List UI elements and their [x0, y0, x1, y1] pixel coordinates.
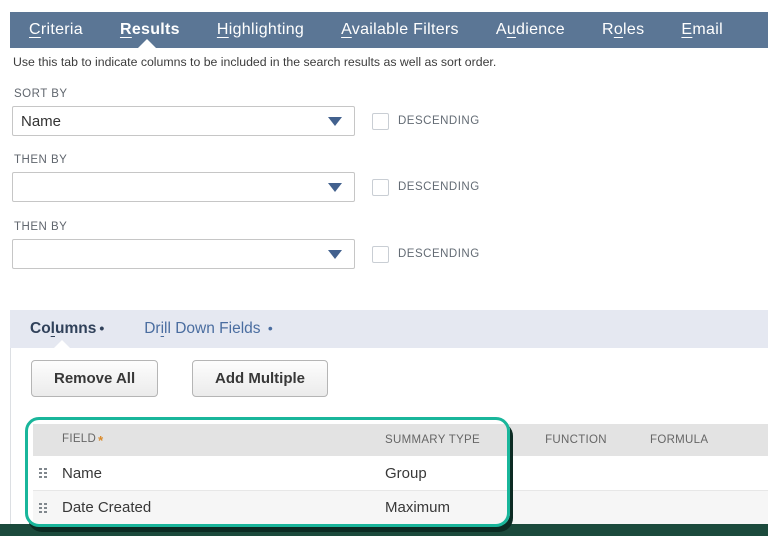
summary-type-cell[interactable]: Maximum [385, 499, 510, 516]
columns-table: FIELD* SUMMARY TYPE FUNCTION FORMULA Nam… [33, 424, 768, 524]
tab-results[interactable]: Results [120, 21, 180, 39]
then-by-label: THEN BY [14, 154, 480, 166]
remove-all-button[interactable]: Remove All [31, 360, 158, 397]
subtab-columns[interactable]: Columns• [30, 320, 104, 338]
active-tab-caret-icon [138, 39, 156, 48]
descending-label: DESCENDING [398, 248, 480, 260]
content-left-border [10, 348, 11, 536]
then-by-select-1[interactable] [12, 172, 355, 202]
field-column-header: FIELD* [62, 433, 385, 448]
dropdown-arrow-icon [328, 183, 342, 192]
descending-label: DESCENDING [398, 115, 480, 127]
dropdown-arrow-icon [328, 250, 342, 259]
required-asterisk: * [98, 433, 103, 448]
then-by-label: THEN BY [14, 221, 480, 233]
subtab-drill-down-fields[interactable]: Drill Down Fields • [144, 320, 273, 338]
sort-by-label: SORT BY [14, 88, 480, 100]
tab-audience[interactable]: Audience [496, 21, 565, 39]
sort-section-1: SORT BY Name DESCENDING [12, 88, 480, 136]
tab-available-filters[interactable]: Available Filters [341, 21, 459, 39]
tab-description: Use this tab to indicate columns to be i… [13, 55, 496, 69]
field-cell[interactable]: Name [62, 465, 385, 482]
drag-handle-icon[interactable] [39, 468, 47, 478]
subtab-bar: Columns• Drill Down Fields • [10, 310, 768, 348]
tab-criteria[interactable]: Criteria [29, 21, 83, 39]
drag-handle-icon[interactable] [39, 503, 47, 513]
dropdown-arrow-icon [328, 117, 342, 126]
tab-roles[interactable]: Roles [602, 21, 644, 39]
descending-checkbox-3[interactable] [372, 246, 389, 263]
main-tab-bar: Criteria Results Highlighting Available … [10, 12, 768, 48]
descending-label: DESCENDING [398, 181, 480, 193]
subtab-bullet: • [268, 320, 273, 336]
add-multiple-button[interactable]: Add Multiple [192, 360, 328, 397]
function-column-header: FUNCTION [510, 434, 642, 446]
sort-by-select[interactable]: Name [12, 106, 355, 136]
field-cell[interactable]: Date Created [62, 499, 385, 516]
tab-email[interactable]: Email [681, 21, 723, 39]
bottom-bar [0, 524, 768, 536]
active-subtab-caret-icon [54, 340, 70, 348]
then-by-select-2[interactable] [12, 239, 355, 269]
sort-section-2: THEN BY DESCENDING [12, 154, 480, 202]
sort-by-value: Name [21, 113, 61, 130]
tab-highlighting[interactable]: Highlighting [217, 21, 304, 39]
table-row[interactable]: Name Group [33, 456, 768, 490]
descending-checkbox-2[interactable] [372, 179, 389, 196]
table-header-row: FIELD* SUMMARY TYPE FUNCTION FORMULA [33, 424, 768, 456]
formula-column-header: FORMULA [642, 434, 768, 446]
descending-checkbox-1[interactable] [372, 113, 389, 130]
summary-type-cell[interactable]: Group [385, 465, 510, 482]
subtab-bullet: • [99, 320, 104, 336]
table-row[interactable]: Date Created Maximum [33, 490, 768, 524]
summary-type-column-header: SUMMARY TYPE [385, 434, 510, 446]
sort-section-3: THEN BY DESCENDING [12, 221, 480, 269]
